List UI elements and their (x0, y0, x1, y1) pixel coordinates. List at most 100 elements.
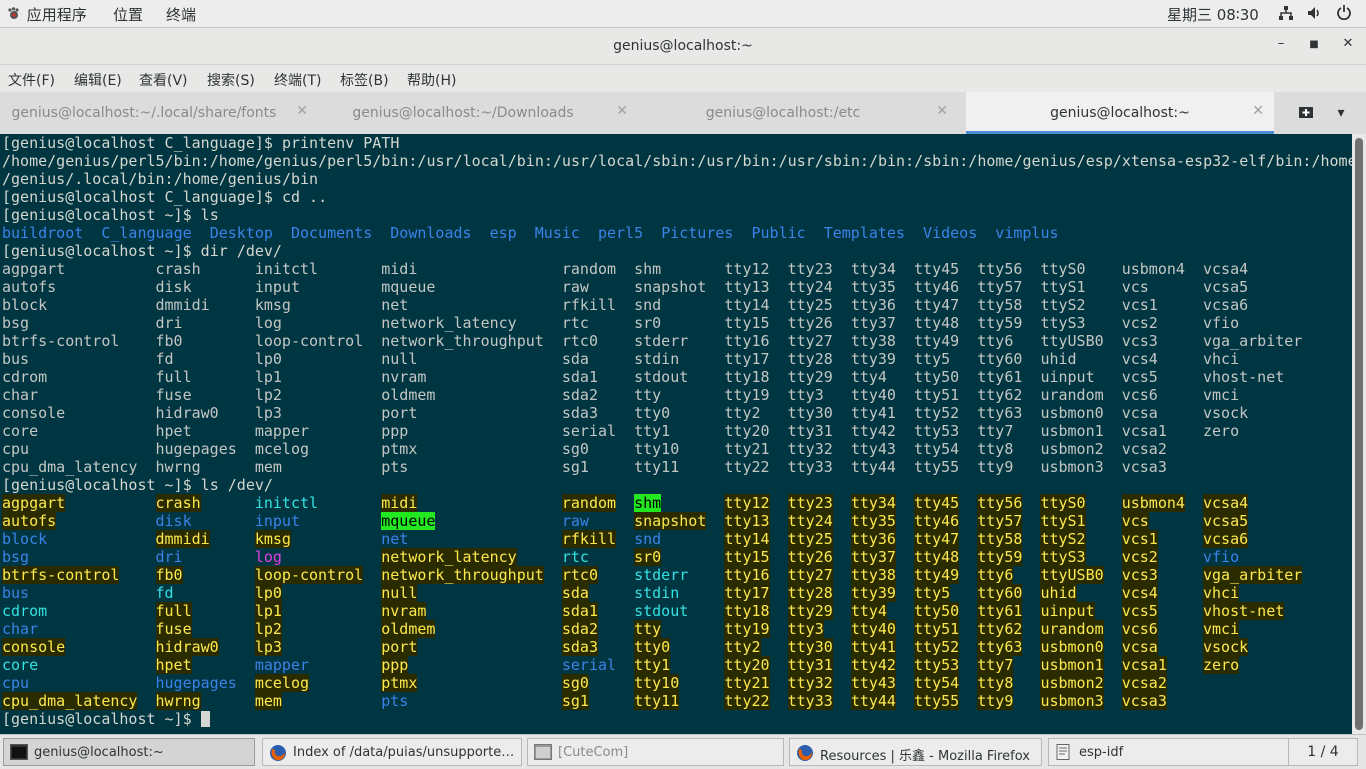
power-icon[interactable] (1336, 4, 1352, 24)
tab-close-icon[interactable]: ✕ (616, 103, 628, 119)
taskbar-item-terminal[interactable]: genius@localhost:~ (3, 738, 255, 766)
menu-bar: 文件(F) 编辑(E) 查看(V) 搜索(S) 终端(T) 标签(B) 帮助(H… (0, 65, 1366, 92)
dir-entry: tty33 (787, 458, 833, 476)
dir-entry: cpu (2, 440, 30, 458)
tab-downloads[interactable]: genius@localhost:~/Downloads ✕ (318, 92, 638, 134)
dir-entry: tty20 (724, 422, 770, 440)
workspace-indicator[interactable]: 1 / 4 (1288, 738, 1358, 766)
ls-dev-entry: tty42 (850, 656, 896, 674)
dir-entry: tty47 (914, 296, 960, 314)
ls-dev-entry: null (381, 584, 418, 602)
ls-dev-entry: fd (155, 584, 174, 602)
menu-terminal[interactable]: 终端(T) (274, 70, 321, 90)
network-icon[interactable] (1278, 5, 1294, 25)
ls-dev-entry: vcsa2 (1121, 674, 1167, 692)
terminal-app-menu[interactable]: 终端 (166, 4, 196, 25)
dir-entry: rtc (561, 314, 589, 332)
dir-entry: ttyUSB0 (1040, 332, 1104, 350)
dir-entry: tty44 (850, 458, 896, 476)
taskbar-item-cutecom[interactable]: [CuteCom] (527, 738, 784, 766)
ls-dev-entry: snapshot (634, 512, 707, 530)
tab-close-icon[interactable]: ✕ (296, 103, 308, 119)
tab-home[interactable]: genius@localhost:~ ✕ (966, 92, 1274, 134)
tab-list-button[interactable]: ▾ (1326, 92, 1356, 134)
dir-entry: mcelog (254, 440, 310, 458)
ls-dev-entry: vcsa5 (1202, 512, 1249, 530)
ls-dev-entry: tty32 (787, 674, 833, 692)
menu-help[interactable]: 帮助(H) (407, 70, 456, 90)
maximize-button[interactable]: ■ (1303, 36, 1325, 56)
ls-home-dir: Public (751, 224, 806, 242)
terminal-scrollbar[interactable] (1352, 134, 1366, 734)
dir-entry: tty41 (850, 404, 896, 422)
ls-home-dir: Documents (290, 224, 373, 242)
dir-entry: tty59 (977, 314, 1023, 332)
taskbar-item-esp-idf[interactable]: esp-idf (1048, 738, 1302, 766)
ls-home-dir: esp (489, 224, 517, 242)
dir-entry: ttyS0 (1040, 260, 1086, 278)
ls-dev-entry: rtc0 (561, 566, 598, 584)
dir-entry: tty51 (914, 386, 960, 404)
ls-dev-entry: vcs2 (1121, 548, 1158, 566)
ls-dev-entry: autofs (2, 512, 57, 530)
tab-fonts[interactable]: genius@localhost:~/.local/share/fonts ✕ (0, 92, 318, 134)
ls-home-dir: Templates (823, 224, 905, 242)
menu-tabs[interactable]: 标签(B) (340, 70, 389, 90)
dir-entry: tty15 (724, 314, 770, 332)
dir-entry: tty19 (724, 386, 770, 404)
ls-dev-entry: ttyS3 (1040, 548, 1086, 566)
menu-search[interactable]: 搜索(S) (207, 70, 255, 90)
tab-close-icon[interactable]: ✕ (1252, 103, 1264, 119)
ls-dev-entry: lp2 (254, 620, 282, 638)
apps-menu-button[interactable]: 应用程序 (6, 4, 87, 25)
dir-entry: sda3 (561, 404, 598, 422)
ls-dev-entry: stderr (634, 566, 689, 584)
ls-dev-entry: raw (561, 512, 589, 530)
ls-dev-entry: network_latency (381, 548, 517, 566)
ls-dev-entry: tty6 (977, 566, 1014, 584)
tab-etc[interactable]: genius@localhost:/etc ✕ (638, 92, 958, 134)
menu-edit[interactable]: 编辑(E) (74, 70, 122, 90)
ls-dev-entry: tty56 (977, 494, 1023, 512)
menu-file[interactable]: 文件(F) (8, 70, 55, 90)
ls-dev-entry: lp1 (254, 602, 282, 620)
ls-dev-entry: tty53 (914, 656, 960, 674)
dir-entry: tty6 (977, 332, 1014, 350)
ls-dev-entry: tty12 (724, 494, 770, 512)
ls-dev-entry: ttyS1 (1040, 512, 1086, 530)
ls-dev-entry: loop-control (254, 566, 364, 584)
clock[interactable]: 星期三 08∶30 (1167, 4, 1259, 25)
dir-entry: usbmon0 (1040, 404, 1104, 422)
taskbar-label: genius@localhost:~ (34, 745, 164, 760)
ls-dev-entry: vmci (1202, 620, 1240, 638)
dir-entry: usbmon3 (1040, 458, 1104, 476)
ls-dev-entry: tty1 (634, 656, 671, 674)
volume-icon[interactable] (1306, 5, 1322, 25)
ls-dev-entry: mapper (254, 656, 310, 674)
ls-dev-entry: char (2, 620, 39, 638)
close-button[interactable]: ✕ (1337, 36, 1359, 56)
dir-entry: tty26 (787, 314, 833, 332)
places-menu-button[interactable]: 位置 (113, 4, 143, 25)
ls-dev-entry: uinput (1040, 602, 1095, 620)
tab-close-icon[interactable]: ✕ (936, 103, 948, 119)
terminal-view[interactable]: [genius@localhost C_language]$ printenv … (0, 134, 1357, 734)
dir-entry: tty60 (977, 350, 1023, 368)
ls-dev-entry: vcs5 (1121, 602, 1158, 620)
dir-entry: lp2 (254, 386, 282, 404)
dir-entry: dri (155, 314, 183, 332)
minimize-button[interactable]: – (1270, 36, 1292, 56)
ls-dev-entry: fb0 (155, 566, 183, 584)
menu-view[interactable]: 查看(V) (139, 70, 188, 90)
scrollbar-thumb[interactable] (1355, 138, 1363, 730)
new-tab-button[interactable] (1283, 92, 1329, 134)
dir-entry: tty16 (724, 332, 770, 350)
dir-entry: rtc0 (561, 332, 598, 350)
ls-dev-entry: tty4 (850, 602, 887, 620)
ls-dev-entry: nvram (381, 602, 427, 620)
firefox-icon (269, 744, 287, 761)
ls-dev-entry: tty62 (977, 620, 1023, 638)
dir-entry: vcsa (1121, 404, 1158, 422)
taskbar-item-firefox-index[interactable]: Index of /data/puias/unsupported/6… (262, 738, 522, 766)
taskbar-item-firefox-resources[interactable]: Resources | 乐鑫 - Mozilla Firefox (789, 738, 1042, 766)
